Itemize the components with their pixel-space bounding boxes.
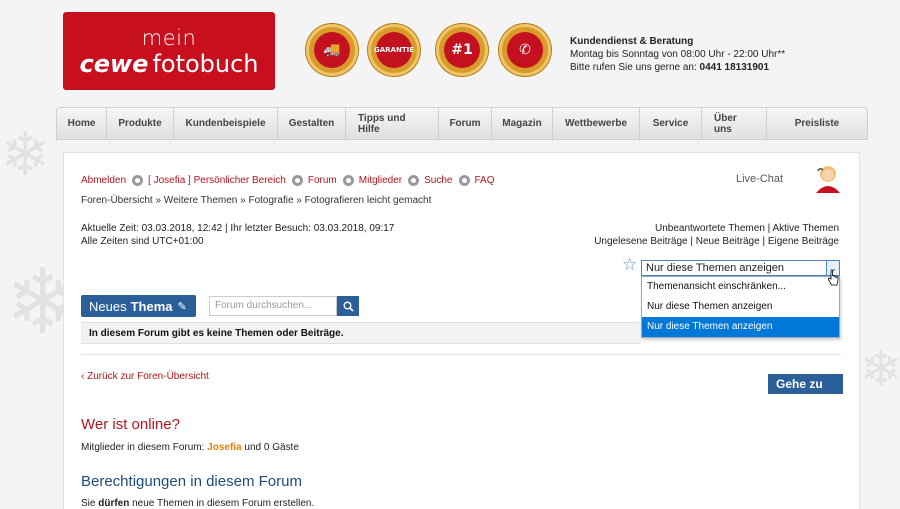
- goto-button[interactable]: Gehe zu: [768, 374, 843, 394]
- nav-kundenbeispiele[interactable]: Kundenbeispiele: [174, 108, 278, 139]
- quick-links-line2[interactable]: Ungelesene Beiträge | Neue Beiträge | Ei…: [594, 235, 839, 248]
- breadcrumb[interactable]: Foren-Übersicht » Weitere Themen » Fotog…: [81, 195, 431, 206]
- faq-link[interactable]: FAQ: [475, 175, 495, 186]
- separator-icon: [408, 175, 420, 186]
- topic-filter-select[interactable]: Nur diese Themen anzeigen ⌄: [641, 260, 840, 276]
- edit-icon: ✎: [177, 300, 187, 313]
- online-heading: Wer ist online?: [81, 416, 180, 433]
- search-link[interactable]: Suche: [424, 175, 452, 186]
- personal-area-link[interactable]: [ Josefia ] Persönlicher Bereich: [148, 175, 286, 186]
- timezone-info: Alle Zeiten sind UTC+01:00: [81, 236, 204, 247]
- nav-ueber-uns[interactable]: Über uns: [702, 108, 767, 139]
- divider: [81, 354, 841, 355]
- cewe-logo[interactable]: mein cewe fotobuch: [63, 12, 275, 90]
- star-icon[interactable]: ☆: [622, 255, 637, 275]
- dropdown-option[interactable]: Themenansicht einschränken...: [642, 277, 839, 297]
- main-nav: Home Produkte Kundenbeispiele Gestalten …: [56, 107, 868, 140]
- online-user-link[interactable]: Josefia: [207, 442, 241, 453]
- forum-link[interactable]: Forum: [308, 175, 337, 186]
- nav-preisliste[interactable]: Preisliste: [767, 108, 867, 139]
- current-time: Aktuelle Zeit: 03.03.2018, 12:42 | Ihr l…: [81, 223, 395, 234]
- separator-icon: [132, 175, 144, 186]
- logo-text-main: cewe fotobuch: [79, 50, 259, 78]
- contact-call: Bitte rufen Sie uns gerne an: 0441 18131…: [570, 62, 770, 73]
- empty-forum-notice: In diesem Forum gibt es keine Themen ode…: [81, 322, 641, 344]
- dropdown-option[interactable]: Nur diese Themen anzeigen: [642, 297, 839, 317]
- nav-gestalten[interactable]: Gestalten: [278, 108, 346, 139]
- new-topic-label-bold: Thema: [130, 298, 173, 314]
- logout-link[interactable]: Abmelden: [81, 175, 126, 186]
- nav-produkte[interactable]: Produkte: [107, 108, 174, 139]
- contact-title: Kundendienst & Beratung: [570, 36, 694, 47]
- nav-magazin[interactable]: Magazin: [492, 108, 553, 139]
- forum-search-input[interactable]: Forum durchsuchen...: [209, 296, 337, 316]
- separator-icon: [342, 175, 354, 186]
- permissions-heading: Berechtigungen in diesem Forum: [81, 473, 302, 490]
- quick-links[interactable]: Unbeantwortete Themen | Aktive Themen Un…: [594, 222, 839, 248]
- forum-top-links: Abmelden [ Josefia ] Persönlicher Bereic…: [81, 175, 495, 186]
- nav-tipps-und-hilfe[interactable]: Tipps und Hilfe: [346, 108, 439, 139]
- nav-home[interactable]: Home: [57, 108, 107, 139]
- logo-text-mein: mein: [141, 26, 197, 50]
- phone-service-badge-icon: ✆: [499, 24, 551, 76]
- permissions-text: Sie dürfen neue Themen in diesem Forum e…: [81, 498, 315, 509]
- back-to-index-link[interactable]: ‹ Zurück zur Foren-Übersicht: [81, 371, 209, 382]
- search-button[interactable]: [337, 296, 359, 316]
- express-service-badge-icon: 🚚: [306, 24, 358, 76]
- snowflake-icon: ❄: [860, 340, 900, 398]
- live-chat-avatar[interactable]: [806, 161, 844, 193]
- forum-content: Abmelden [ Josefia ] Persönlicher Bereic…: [63, 152, 860, 509]
- live-chat-label[interactable]: Live-Chat: [736, 173, 783, 185]
- garantie-badge-icon: GARANTIE: [368, 24, 420, 76]
- snowflake-icon: ❄: [0, 120, 51, 190]
- contact-hours: Montag bis Sonntag von 08:00 Uhr - 22:00…: [570, 49, 786, 60]
- quick-links-line1[interactable]: Unbeantwortete Themen | Aktive Themen: [594, 222, 839, 235]
- members-link[interactable]: Mitglieder: [359, 175, 402, 186]
- hand-cursor-icon: [827, 270, 839, 286]
- topic-filter-dropdown: Themenansicht einschränken... Nur diese …: [641, 276, 840, 338]
- search-icon: [343, 301, 354, 312]
- new-topic-label: Neues: [89, 298, 127, 314]
- number-one-badge-icon: #1: [436, 24, 488, 76]
- separator-icon: [458, 175, 470, 186]
- separator-icon: [291, 175, 303, 186]
- nav-wettbewerbe[interactable]: Wettbewerbe: [553, 108, 640, 139]
- dropdown-option-selected[interactable]: Nur diese Themen anzeigen: [642, 317, 839, 337]
- online-members: Mitglieder in diesem Forum: Josefia und …: [81, 442, 299, 453]
- contact-phone: 0441 18131901: [699, 62, 770, 73]
- nav-forum[interactable]: Forum: [439, 108, 492, 139]
- nav-service[interactable]: Service: [640, 108, 702, 139]
- topic-filter-value: Nur diese Themen anzeigen: [646, 262, 784, 274]
- new-topic-button[interactable]: Neues Thema ✎: [81, 295, 196, 317]
- time-info: Aktuelle Zeit: 03.03.2018, 12:42 | Ihr l…: [81, 222, 394, 248]
- contact-info: Kundendienst & Beratung Montag bis Sonnt…: [570, 35, 785, 74]
